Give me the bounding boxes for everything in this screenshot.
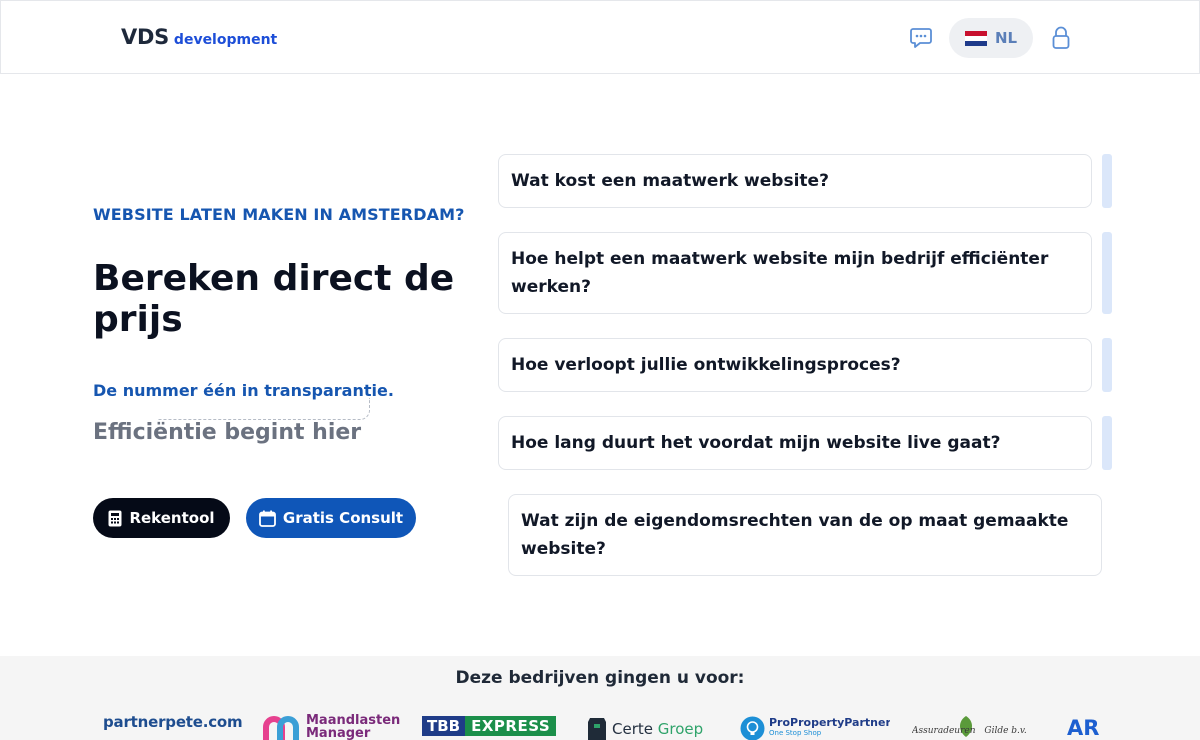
language-label: NL [994, 29, 1018, 47]
chat-button[interactable] [907, 25, 935, 51]
faq-question: Hoe helpt een maatwerk website mijn bedr… [511, 249, 1049, 297]
partner-logo-partnerpete: partnerpete.com [103, 712, 242, 740]
propp-logo-text: ProPropertyPartners [769, 716, 890, 729]
calculator-icon [108, 510, 122, 526]
assur-logo-word1: Assuradeuren [912, 726, 976, 736]
certe-logo-word2: Groep [657, 720, 704, 738]
faq-question: Hoe lang duurt het voordat mijn website … [511, 433, 1001, 453]
faq-accent-bar [1102, 338, 1112, 392]
maandlasten-logo-line2: Manager [306, 726, 371, 740]
tbb-logo-part1: TBB [422, 716, 466, 736]
lock-icon [1052, 26, 1070, 49]
faq-question: Hoe verloopt jullie ontwikkelingsproces? [511, 355, 901, 375]
partner-logo-ar: AR [1067, 716, 1107, 740]
tbb-logo-part2: EXPRESS [465, 716, 557, 736]
partner-logo-tbb-express: TBB EXPRESS [422, 716, 562, 736]
login-button[interactable] [1049, 25, 1073, 51]
hero-title: Bereken direct de prijs [93, 258, 455, 340]
faq-item-active[interactable]: Wat zijn de eigendomsrechten van de op m… [508, 494, 1102, 576]
faq-accent-bar [1102, 154, 1112, 208]
partners-title: Deze bedrijven gingen u voor: [455, 668, 745, 688]
calendar-icon [258, 510, 276, 527]
faq-item[interactable]: Hoe helpt een maatwerk website mijn bedr… [498, 232, 1092, 314]
hero-tagline: De nummer één in transparantie. [93, 381, 394, 400]
faq-question: Wat zijn de eigendomsrechten van de op m… [521, 511, 1069, 559]
logo-main-text: VDS [121, 25, 169, 49]
faq-item[interactable]: Hoe lang duurt het voordat mijn website … [498, 416, 1092, 470]
maandlasten-mark-icon [263, 716, 299, 740]
free-consult-button-label: Gratis Consult [282, 509, 404, 527]
logo-sub-text: development [173, 32, 278, 48]
faq-item[interactable]: Hoe verloopt jullie ontwikkelingsproces? [498, 338, 1092, 392]
site-logo[interactable]: VDS development [121, 25, 277, 49]
calculator-button[interactable]: Rekentool [93, 498, 230, 538]
chat-icon [910, 28, 932, 48]
lightbulb-icon [740, 716, 765, 740]
dashed-decoration [158, 398, 370, 420]
faq-item[interactable]: Wat kost een maatwerk website? [498, 154, 1092, 208]
partner-logo-certe: Certe Groep [586, 715, 706, 740]
typewriter-text: Efficiëntie begint hier [93, 420, 362, 445]
certe-mark-icon [588, 718, 606, 740]
assur-logo-word2: Gilde b.v. [984, 726, 1027, 736]
faq-question: Wat kost een maatwerk website? [511, 171, 829, 191]
faq-accent-bar [1102, 416, 1112, 470]
propp-logo-subtext: One Stop Shop [769, 729, 822, 737]
free-consult-button[interactable]: Gratis Consult [246, 498, 416, 538]
faq-accent-bar [1102, 232, 1112, 314]
site-header: VDS development NL [0, 0, 1200, 74]
calculator-button-label: Rekentool [129, 509, 215, 527]
language-selector[interactable]: NL [949, 18, 1033, 58]
partner-logo-assuradeuren-gilde: Assuradeuren Gilde b.v. [912, 715, 1032, 740]
partner-logo-propertypartners: ProPropertyPartners One Stop Shop [740, 715, 890, 740]
ar-logo-text: AR [1067, 716, 1100, 740]
hero-eyebrow: WEBSITE LATEN MAKEN IN AMSTERDAM? [93, 205, 465, 224]
netherlands-flag-icon [964, 30, 987, 46]
partnerpete-logo-text: partnerpete.com [103, 713, 243, 731]
partner-logo-maandlasten: Maandlasten Manager [262, 713, 402, 740]
certe-logo-word1: Certe [612, 720, 653, 738]
